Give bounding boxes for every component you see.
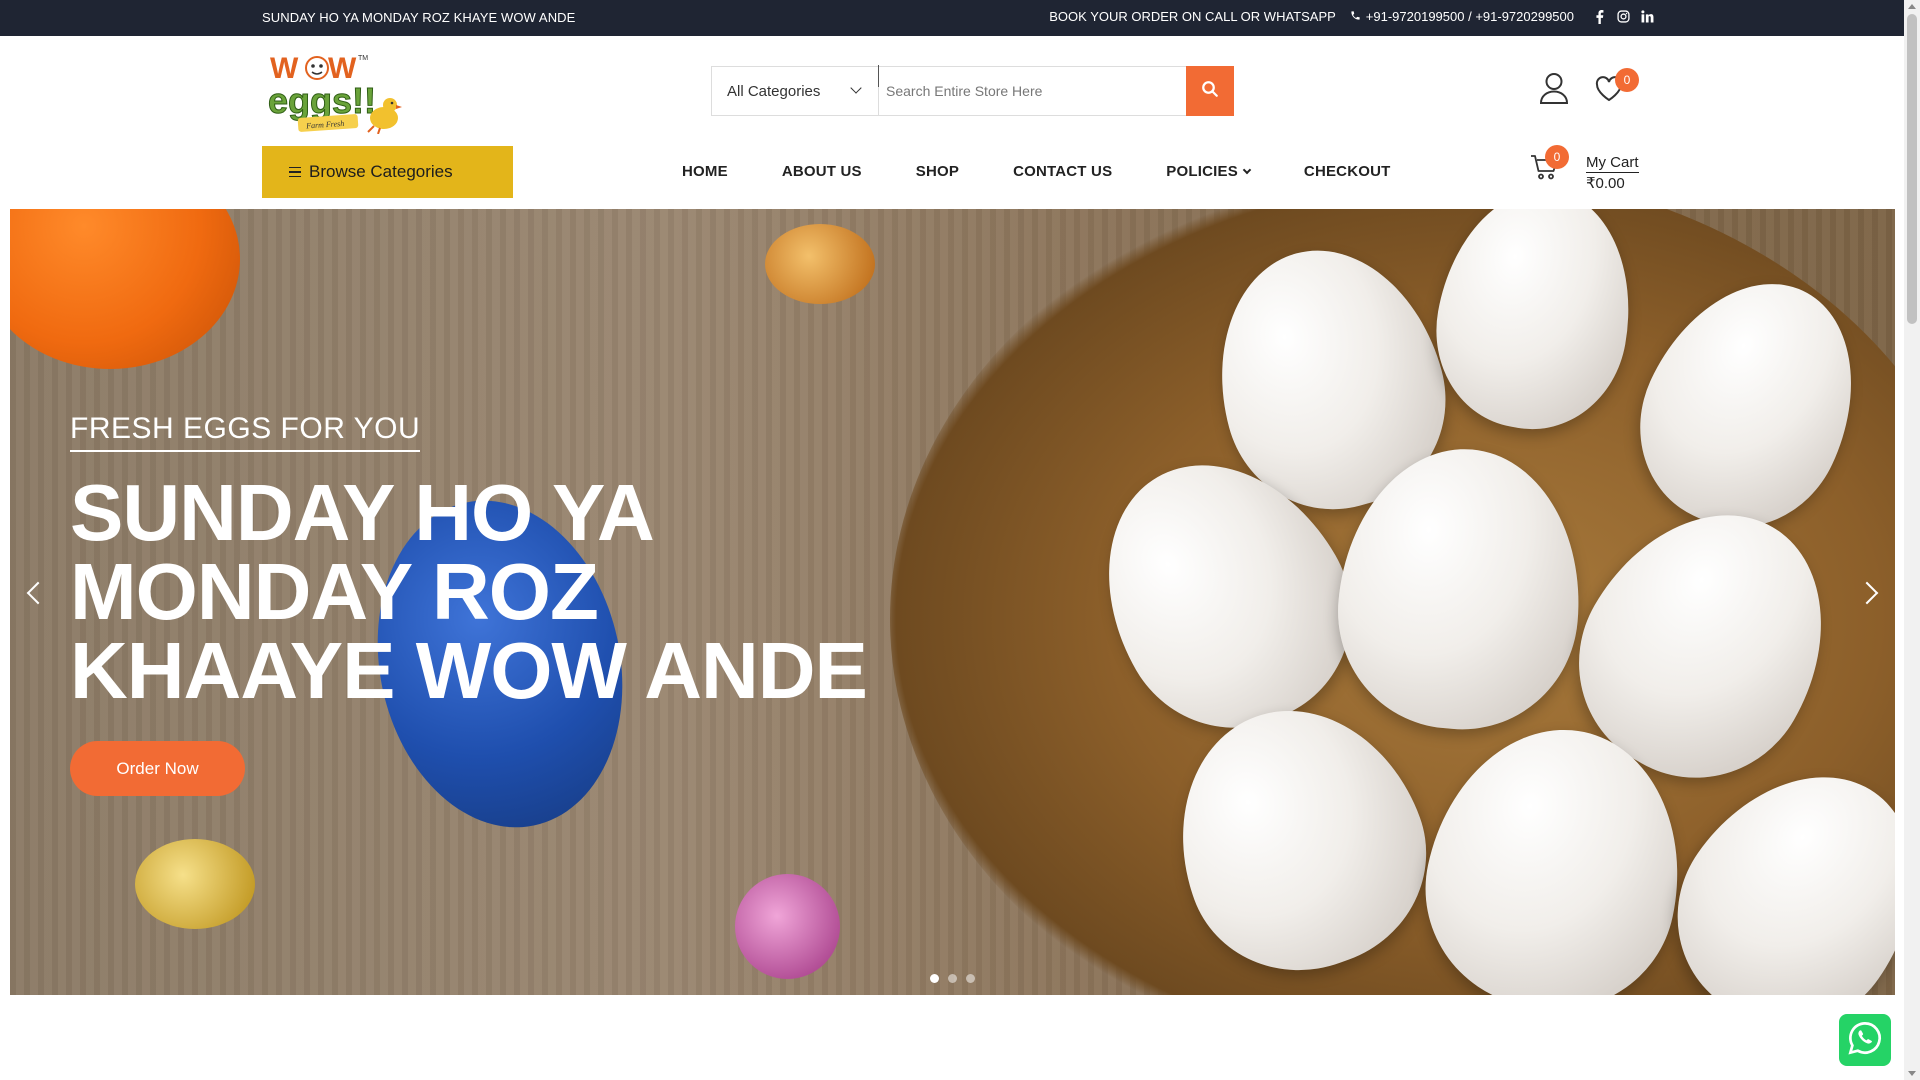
- hero-title: SUNDAY HO YA MONDAY ROZ KHAAYE WOW ANDE: [70, 468, 868, 715]
- foil-egg-image: [135, 839, 255, 929]
- linkedin-icon[interactable]: [1640, 10, 1654, 24]
- facebook-icon[interactable]: [1592, 9, 1606, 24]
- nav-item-label: CONTACT US: [1013, 163, 1113, 180]
- scroll-down-icon[interactable]: [1908, 1071, 1916, 1076]
- nav-item-checkout[interactable]: CHECKOUT: [1304, 163, 1391, 180]
- page-scrollbar[interactable]: [1904, 0, 1920, 1080]
- search-input[interactable]: Search Entire Store Here: [879, 67, 1186, 115]
- search-button[interactable]: [1186, 66, 1234, 116]
- whatsapp-button[interactable]: [1839, 1014, 1891, 1066]
- top-tagline: SUNDAY HO YA MONDAY ROZ KHAYE WOW ANDE: [262, 10, 576, 25]
- svg-text:TM: TM: [358, 55, 368, 62]
- top-bar: SUNDAY HO YA MONDAY ROZ KHAYE WOW ANDE B…: [0, 0, 1904, 36]
- cart-icon: [1530, 155, 1560, 186]
- phone-contact[interactable]: +91-9720199500 / +91-9720299500: [1350, 9, 1574, 24]
- nav-item-label: CHECKOUT: [1303, 163, 1391, 180]
- nav-item-shop[interactable]: SHOP: [916, 163, 959, 180]
- main-nav: HOME ABOUT US SHOP CONTACT US POLICIES C…: [682, 163, 1445, 180]
- chevron-down-icon: [850, 82, 862, 94]
- nav-item-label: POLICIES: [1166, 163, 1238, 180]
- order-now-button[interactable]: Order Now: [70, 741, 245, 796]
- whatsapp-icon: [1847, 1020, 1883, 1061]
- category-select[interactable]: All Categories: [712, 65, 879, 115]
- nav-item-policies[interactable]: POLICIES: [1166, 163, 1252, 180]
- cart-summary[interactable]: My Cart ₹0.00: [1586, 152, 1639, 194]
- site-logo[interactable]: W W TM eggs!! Farm Fresh: [266, 48, 406, 135]
- account-button[interactable]: [1539, 72, 1569, 109]
- foil-egg-image: [765, 224, 875, 304]
- orange-egg-image: [10, 209, 240, 369]
- svg-text:eggs!!: eggs!!: [268, 80, 376, 121]
- search-icon: [1201, 80, 1219, 103]
- nav-item-label: SHOP: [915, 163, 960, 180]
- nav-item-home[interactable]: HOME: [682, 163, 728, 180]
- slide-dot[interactable]: [966, 974, 975, 983]
- user-icon: [1539, 73, 1569, 108]
- chevron-down-icon: [1242, 165, 1252, 175]
- hero-subtitle: FRESH EGGS FOR YOU: [70, 412, 421, 452]
- wishlist-count-badge: 0: [1615, 68, 1639, 92]
- nav-item-label: HOME: [682, 163, 728, 180]
- cart-total: ₹0.00: [1586, 175, 1625, 192]
- heart-icon: [1595, 76, 1623, 106]
- slide-dot[interactable]: [930, 974, 939, 983]
- social-links: [1592, 9, 1654, 24]
- scrollbar-thumb[interactable]: [1907, 14, 1917, 324]
- slide-dot[interactable]: [948, 974, 957, 983]
- phone-numbers: +91-9720199500 / +91-9720299500: [1365, 9, 1574, 24]
- browse-categories-label: Browse Categories: [309, 162, 453, 181]
- browse-categories-button[interactable]: Browse Categories: [262, 146, 513, 198]
- instagram-icon[interactable]: [1616, 10, 1630, 24]
- prev-slide-icon[interactable]: [26, 581, 50, 605]
- cart-label: My Cart: [1586, 154, 1639, 173]
- category-select-value: All Categories: [727, 82, 821, 100]
- nav-item-about-us[interactable]: ABOUT US: [782, 163, 862, 180]
- nav-item-contact-us[interactable]: CONTACT US: [1013, 163, 1112, 180]
- search-bar: All Categories Search Entire Store Here: [711, 65, 1234, 116]
- top-contact: BOOK YOUR ORDER ON CALL OR WHATSAPP +91-…: [1049, 9, 1654, 24]
- book-order-text: BOOK YOUR ORDER ON CALL OR WHATSAPP: [1049, 9, 1336, 24]
- phone-icon: [1350, 9, 1361, 24]
- slider-dots: [930, 974, 975, 983]
- hero-slider: FRESH EGGS FOR YOU SUNDAY HO YA MONDAY R…: [10, 209, 1895, 995]
- scroll-up-icon[interactable]: [1908, 4, 1916, 9]
- nav-item-label: ABOUT US: [781, 163, 862, 180]
- cart-count-badge: 0: [1545, 145, 1569, 169]
- menu-icon: [289, 166, 301, 178]
- foil-egg-image: [735, 874, 840, 979]
